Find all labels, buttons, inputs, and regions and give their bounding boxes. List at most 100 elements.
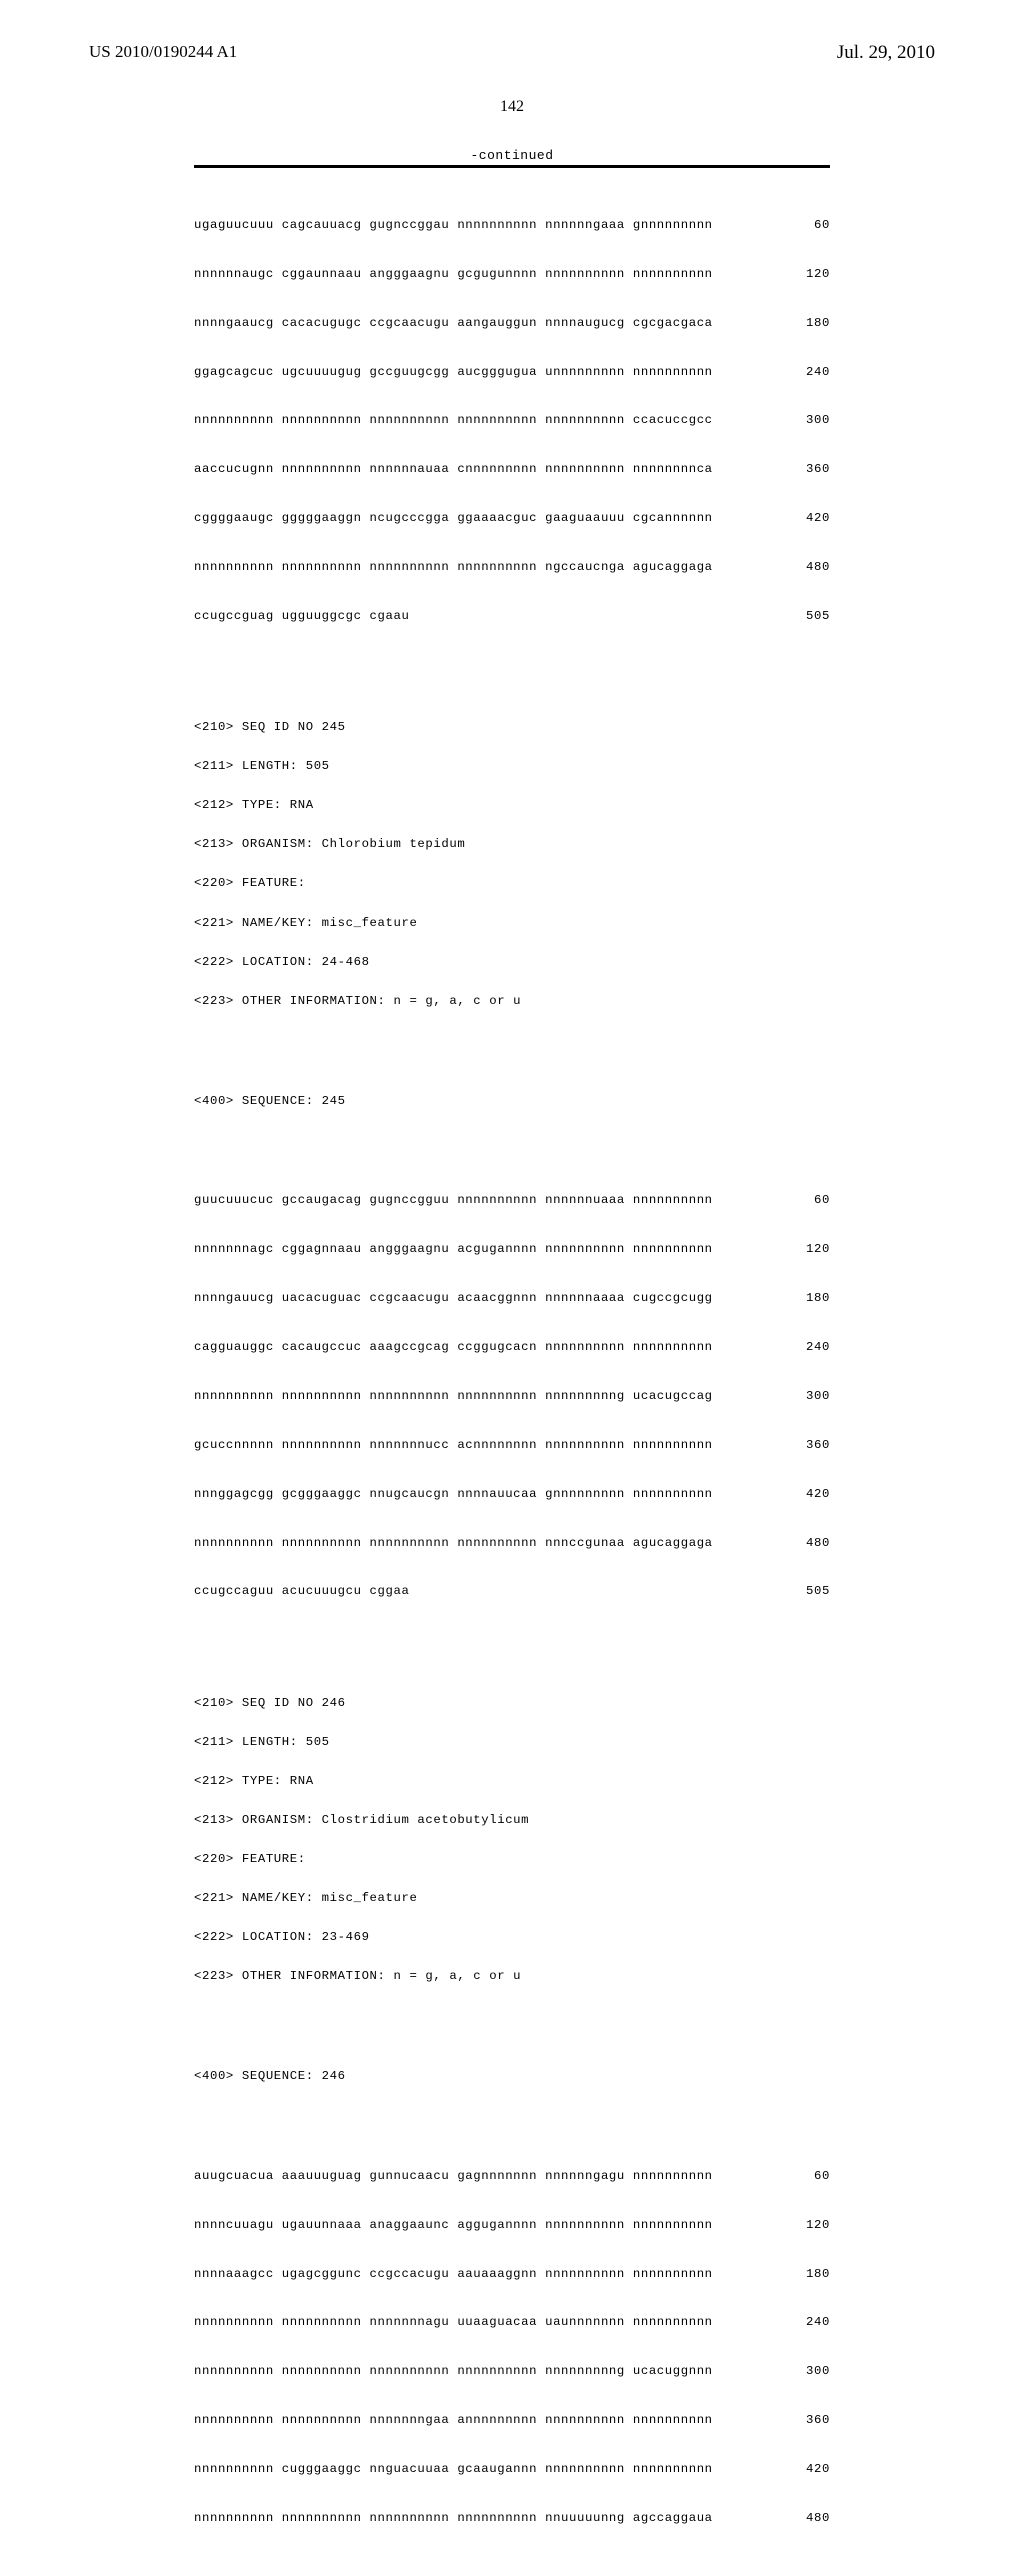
sequence-text: nnnnnnnnnn nnnnnnnnnn nnnnnnnagu uuaagua…	[194, 2316, 713, 2328]
position-number: 120	[794, 1243, 830, 1255]
sequence-row: nnnnnnnnnn nnnnnnnnnn nnnnnnnnnn nnnnnnn…	[194, 561, 830, 573]
position-number: 240	[794, 2316, 830, 2328]
position-number: 240	[794, 366, 830, 378]
sequence-text: gcuccnnnnn nnnnnnnnnn nnnnnnnucc acnnnnn…	[194, 1439, 713, 1451]
sequence-text: auugcuacua aaauuuguag gunnucaacu gagnnnn…	[194, 2170, 713, 2182]
sequence-row: nnnnnnnnnn nnnnnnnnnn nnnnnnnnnn nnnnnnn…	[194, 2512, 830, 2524]
sequence-text: ccugccguag ugguuggcgc cgaau	[194, 610, 409, 622]
position-number: 180	[794, 317, 830, 329]
seq-meta-line: <213> ORGANISM: Clostridium acetobutylic…	[194, 1813, 830, 1828]
sequence-tag: <400> SEQUENCE: 246	[194, 2069, 830, 2084]
sequence-row: nnnnnnnagc cggagnnaau angggaagnu acgugan…	[194, 1243, 830, 1255]
position-number: 360	[794, 463, 830, 475]
continued-label: -continued	[194, 148, 830, 163]
sequence-row: ccugccaguu acucuuugcu cggaa505	[194, 1585, 830, 1597]
sequence-row: cggggaaugc gggggaaggn ncugcccgga ggaaaac…	[194, 512, 830, 524]
sequence-text: nnnnnnaugc cggaunnaau angggaagnu gcgugun…	[194, 268, 713, 280]
position-number: 300	[794, 2365, 830, 2377]
divider-line	[194, 165, 830, 168]
position-number: 60	[794, 2170, 830, 2182]
sequence-row: cagguauggc cacaugccuc aaagccgcag ccggugc…	[194, 1341, 830, 1353]
sequence-text: cggggaaugc gggggaaggn ncugcccgga ggaaaac…	[194, 512, 713, 524]
sequence-row: nnnngaaucg cacacugugc ccgcaacugu aangaug…	[194, 317, 830, 329]
sequence-row: nnnggagcgg gcgggaaggc nnugcaucgn nnnnauu…	[194, 1488, 830, 1500]
seq-meta-line: <212> TYPE: RNA	[194, 1774, 830, 1789]
sequence-text: nnnngauucg uacacuguac ccgcaacugu acaacgg…	[194, 1292, 713, 1304]
position-number: 180	[794, 2268, 830, 2280]
sequence-text: nnnggagcgg gcgggaaggc nnugcaucgn nnnnauu…	[194, 1488, 713, 1500]
sequence-row: gcuccnnnnn nnnnnnnnnn nnnnnnnucc acnnnnn…	[194, 1439, 830, 1451]
position-number: 120	[794, 2219, 830, 2231]
seq-meta-line: <222> LOCATION: 23-469	[194, 1930, 830, 1945]
sequence-text: nnnnnnnnnn nnnnnnnnnn nnnnnnnnnn nnnnnnn…	[194, 1390, 713, 1402]
seq-meta-line: <211> LENGTH: 505	[194, 759, 830, 774]
seq-meta-line: <223> OTHER INFORMATION: n = g, a, c or …	[194, 994, 830, 1009]
position-number: 120	[794, 268, 830, 280]
position-number: 300	[794, 414, 830, 426]
sequence-text: ccugccaguu acucuuugcu cggaa	[194, 1585, 409, 1597]
sequence-text: nnnnnnnnnn nnnnnnnnnn nnnnnnngaa annnnnn…	[194, 2414, 713, 2426]
position-number: 60	[794, 1194, 830, 1206]
position-number: 360	[794, 1439, 830, 1451]
sequence-text: ggagcagcuc ugcuuuugug gccguugcgg aucgggu…	[194, 366, 713, 378]
position-number: 300	[794, 1390, 830, 1402]
publication-date: Jul. 29, 2010	[837, 42, 935, 64]
seq-meta-line: <223> OTHER INFORMATION: n = g, a, c or …	[194, 1969, 830, 1984]
seq-meta-line: <222> LOCATION: 24-468	[194, 955, 830, 970]
sequence-row: nnnncuuagu ugauunnaaa anaggaaunc aggugan…	[194, 2219, 830, 2231]
seq-meta-line: <221> NAME/KEY: misc_feature	[194, 916, 830, 931]
position-number: 480	[794, 1537, 830, 1549]
sequence-row: ugaguucuuu cagcauuacg gugnccggau nnnnnnn…	[194, 219, 830, 231]
sequence-row: auugcuacua aaauuuguag gunnucaacu gagnnnn…	[194, 2170, 830, 2182]
seq-meta-line: <210> SEQ ID NO 245	[194, 720, 830, 735]
sequence-text: aaccucugnn nnnnnnnnnn nnnnnnauaa cnnnnnn…	[194, 463, 713, 475]
sequence-text: nnnngaaucg cacacugugc ccgcaacugu aangaug…	[194, 317, 713, 329]
sequence-row: ggagcagcuc ugcuuuugug gccguugcgg aucgggu…	[194, 366, 830, 378]
position-number: 360	[794, 2414, 830, 2426]
sequence-text: nnnncuuagu ugauunnaaa anaggaaunc aggugan…	[194, 2219, 713, 2231]
sequence-row: guucuuucuc gccaugacag gugnccgguu nnnnnnn…	[194, 1194, 830, 1206]
sequence-text: nnnnnnnnnn nnnnnnnnnn nnnnnnnnnn nnnnnnn…	[194, 561, 713, 573]
sequence-text: nnnnnnnnnn nnnnnnnnnn nnnnnnnnnn nnnnnnn…	[194, 1537, 713, 1549]
sequence-text: guucuuucuc gccaugacag gugnccgguu nnnnnnn…	[194, 1194, 713, 1206]
position-number: 420	[794, 2463, 830, 2475]
sequence-row: ccugccguag ugguuggcgc cgaau 505	[194, 610, 830, 622]
page-number: 142	[0, 98, 1024, 116]
sequence-text: nnnnnnnnnn nnnnnnnnnn nnnnnnnnnn nnnnnnn…	[194, 414, 713, 426]
position-number: 180	[794, 1292, 830, 1304]
seq-meta-line: <211> LENGTH: 505	[194, 1735, 830, 1750]
sequence-text: nnnnnnnnnn nnnnnnnnnn nnnnnnnnnn nnnnnnn…	[194, 2365, 713, 2377]
sequence-row: nnnnnnnnnn nnnnnnnnnn nnnnnnngaa annnnnn…	[194, 2414, 830, 2426]
sequence-row: nnnnnnnnnn cugggaaggc nnguacuuaa gcaauga…	[194, 2463, 830, 2475]
sequence-text: cagguauggc cacaugccuc aaagccgcag ccggugc…	[194, 1341, 713, 1353]
position-number: 480	[794, 561, 830, 573]
sequence-row: aaccucugnn nnnnnnnnnn nnnnnnauaa cnnnnnn…	[194, 463, 830, 475]
sequence-text: nnnnnnnagc cggagnnaau angggaagnu acgugan…	[194, 1243, 713, 1255]
sequence-row: nnnnnnaugc cggaunnaau angggaagnu gcgugun…	[194, 268, 830, 280]
sequence-text: nnnnnnnnnn nnnnnnnnnn nnnnnnnnnn nnnnnnn…	[194, 2512, 713, 2524]
sequence-row: nnnnnnnnnn nnnnnnnnnn nnnnnnnnnn nnnnnnn…	[194, 414, 830, 426]
sequence-text: ugaguucuuu cagcauuacg gugnccggau nnnnnnn…	[194, 219, 713, 231]
sequence-tag: <400> SEQUENCE: 245	[194, 1094, 830, 1109]
sequence-row: nnnnnnnnnn nnnnnnnnnn nnnnnnnagu uuaagua…	[194, 2316, 830, 2328]
sequence-listing-container: -continued ugaguucuuu cagcauuacg gugnccg…	[194, 148, 830, 2573]
publication-number: US 2010/0190244 A1	[89, 42, 237, 62]
seq-meta-line: <210> SEQ ID NO 246	[194, 1696, 830, 1711]
sequence-row: nnnnaaagcc ugagcggunc ccgccacugu aauaaag…	[194, 2268, 830, 2280]
position-number: 420	[794, 1488, 830, 1500]
seq-meta-line: <213> ORGANISM: Chlorobium tepidum	[194, 837, 830, 852]
position-number: 420	[794, 512, 830, 524]
seq-meta-line: <220> FEATURE:	[194, 876, 830, 891]
page-container: US 2010/0190244 A1 Jul. 29, 2010 142 -co…	[0, 0, 1024, 1320]
position-number: 480	[794, 2512, 830, 2524]
sequence-row: nnnnnnnnnn nnnnnnnnnn nnnnnnnnnn nnnnnnn…	[194, 2365, 830, 2377]
sequence-row: nnnnnnnnnn nnnnnnnnnn nnnnnnnnnn nnnnnnn…	[194, 1390, 830, 1402]
seq-meta-line: <220> FEATURE:	[194, 1852, 830, 1867]
sequence-row: nnnngauucg uacacuguac ccgcaacugu acaacgg…	[194, 1292, 830, 1304]
sequence-listing: ugaguucuuu cagcauuacg gugnccggau nnnnnnn…	[194, 182, 830, 2573]
seq-meta-line: <212> TYPE: RNA	[194, 798, 830, 813]
position-number: 505	[794, 610, 830, 622]
sequence-text: nnnnaaagcc ugagcggunc ccgccacugu aauaaag…	[194, 2268, 713, 2280]
sequence-row: nnnnnnnnnn nnnnnnnnnn nnnnnnnnnn nnnnnnn…	[194, 1537, 830, 1549]
position-number: 240	[794, 1341, 830, 1353]
